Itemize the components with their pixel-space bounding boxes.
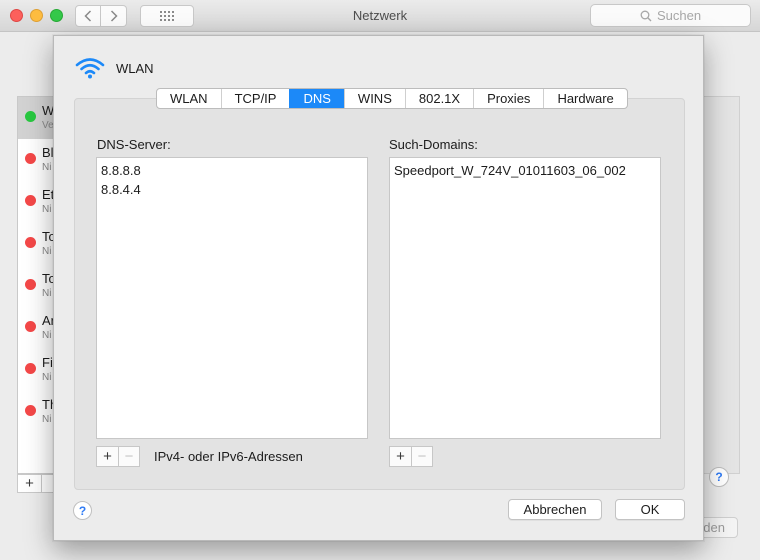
tab-dns[interactable]: DNS — [289, 89, 344, 108]
search-domains-label: Such-Domains: — [389, 137, 478, 152]
tab-wlan[interactable]: WLAN — [157, 89, 221, 108]
status-dot-icon — [25, 153, 36, 164]
tab-8021x[interactable]: 802.1X — [404, 89, 473, 108]
dns-server-plus-minus: + − — [96, 446, 140, 467]
sheet-title: WLAN — [116, 60, 154, 76]
dns-server-label: DNS-Server: — [97, 137, 171, 152]
status-dot-icon — [25, 363, 36, 374]
tab-proxies[interactable]: Proxies — [473, 89, 543, 108]
service-status: Ni — [42, 330, 52, 341]
tab-bar: WLAN TCP/IP DNS WINS 802.1X Proxies Hard… — [156, 88, 628, 109]
remove-search-domain-button[interactable]: − — [411, 447, 432, 466]
service-status: Ni — [42, 162, 52, 173]
tab-hardware[interactable]: Hardware — [543, 89, 626, 108]
service-name: Bl — [42, 145, 54, 160]
search-icon — [640, 10, 652, 21]
add-search-domain-button[interactable]: + — [390, 447, 411, 466]
service-status: Ni — [42, 372, 52, 383]
status-dot-icon — [25, 405, 36, 416]
service-status: Ve — [42, 120, 54, 131]
sheet-header: WLAN — [74, 56, 154, 80]
add-service-button[interactable]: + — [17, 474, 42, 493]
status-dot-icon — [25, 279, 36, 290]
search-domains-plus-minus: + − — [389, 446, 433, 467]
ok-button[interactable]: OK — [615, 499, 685, 520]
tab-wins[interactable]: WINS — [343, 89, 405, 108]
dns-server-entry[interactable]: 8.8.4.4 — [101, 180, 363, 199]
cancel-button[interactable]: Abbrechen — [508, 499, 602, 520]
wifi-icon — [75, 58, 105, 79]
search-field[interactable]: Suchen — [590, 4, 751, 27]
service-status: Ni — [42, 288, 52, 299]
service-status: Ni — [42, 204, 52, 215]
status-dot-icon — [25, 237, 36, 248]
dns-server-list[interactable]: 8.8.8.8 8.8.4.4 — [96, 157, 368, 439]
search-placeholder: Suchen — [656, 8, 702, 23]
sheet-help-button[interactable]: ? — [73, 501, 92, 520]
tab-tcpip[interactable]: TCP/IP — [220, 89, 290, 108]
service-detail-panel — [704, 96, 740, 474]
service-status: Ni — [42, 414, 52, 425]
search-domains-list[interactable]: Speedport_W_724V_01011603_06_002 — [389, 157, 661, 439]
search-domain-entry[interactable]: Speedport_W_724V_01011603_06_002 — [394, 161, 656, 180]
dns-address-hint: IPv4- oder IPv6-Adressen — [154, 449, 303, 464]
status-dot-icon — [25, 321, 36, 332]
status-dot-icon — [25, 111, 36, 122]
window-titlebar: Netzwerk Suchen — [0, 0, 760, 32]
status-dot-icon — [25, 195, 36, 206]
add-dns-server-button[interactable]: + — [97, 447, 118, 466]
service-name: Fi — [42, 355, 53, 370]
help-button[interactable]: ? — [709, 467, 729, 487]
service-status: Ni — [42, 246, 52, 257]
dns-server-entry[interactable]: 8.8.8.8 — [101, 161, 363, 180]
remove-dns-server-button[interactable]: − — [118, 447, 139, 466]
advanced-settings-sheet: WLAN WLAN TCP/IP DNS WINS 802.1X Proxies… — [53, 35, 704, 541]
